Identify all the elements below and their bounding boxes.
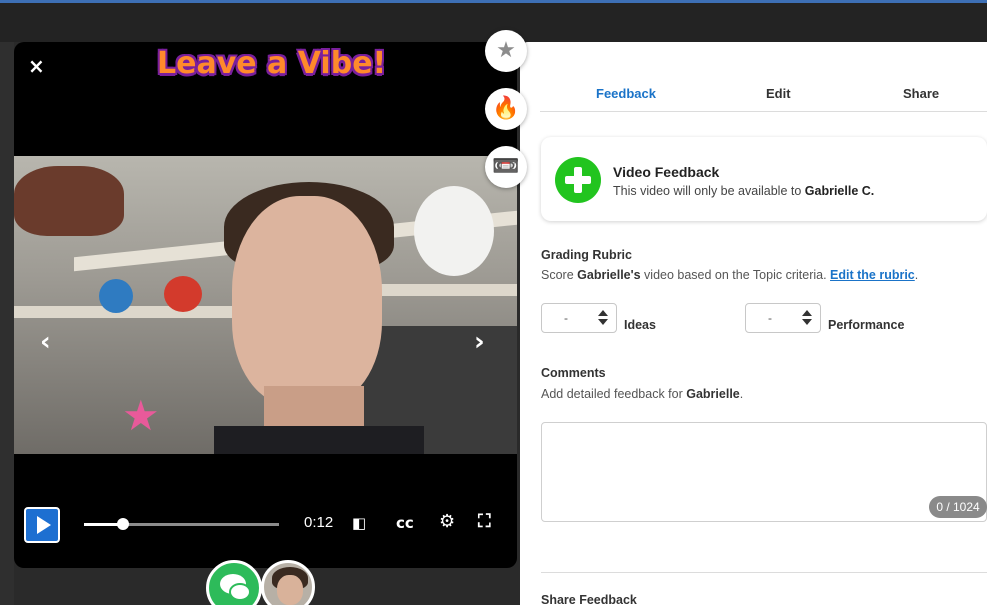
- leave-a-vibe-title: Leave a Vibe!: [157, 46, 387, 81]
- share-feedback-title: Share Feedback: [541, 593, 637, 605]
- video-feedback-subtitle: This video will only be available to Gab…: [613, 184, 875, 198]
- tab-edit[interactable]: Edit: [766, 86, 791, 101]
- comments-textarea[interactable]: [541, 422, 987, 522]
- current-time: 0:12: [304, 514, 334, 531]
- ideas-label: Ideas: [624, 318, 656, 332]
- fire-button[interactable]: 🔥: [485, 88, 527, 130]
- add-video-icon[interactable]: [555, 157, 601, 203]
- video-feedback-title: Video Feedback: [613, 164, 720, 180]
- grading-rubric-title: Grading Rubric: [541, 248, 632, 262]
- captions-button[interactable]: cc: [396, 514, 414, 532]
- section-divider: [541, 572, 987, 573]
- feedback-panel: Feedback Edit Share Video Feedback This …: [520, 42, 987, 605]
- grading-rubric-subtitle: Score Gabrielle's video based on the Top…: [541, 268, 919, 282]
- gear-icon[interactable]: ⚙: [439, 511, 455, 532]
- stepper-arrows-icon[interactable]: [598, 308, 608, 328]
- progress-bar[interactable]: [84, 518, 279, 530]
- star-button[interactable]: ★: [485, 30, 527, 72]
- ideas-score-stepper[interactable]: -: [541, 303, 617, 333]
- star-decoration: ★: [122, 391, 160, 440]
- close-icon[interactable]: ×: [28, 54, 45, 78]
- tab-bar: Feedback Edit Share: [540, 82, 987, 112]
- next-video-icon[interactable]: ›: [474, 327, 485, 357]
- avatar[interactable]: [261, 560, 315, 605]
- video-player[interactable]: × Leave a Vibe! ★ ‹ › 0:12 ◧ cc ⚙ ⛶: [14, 42, 517, 568]
- video-frame[interactable]: ★: [14, 156, 517, 454]
- comments-title: Comments: [541, 366, 606, 380]
- progress-handle[interactable]: [117, 518, 129, 530]
- cassette-button[interactable]: 📼: [485, 146, 527, 188]
- audio-description-icon[interactable]: ◧: [352, 514, 366, 532]
- edit-rubric-link[interactable]: Edit the rubric: [830, 268, 915, 282]
- comments-subtitle: Add detailed feedback for Gabrielle.: [541, 387, 744, 401]
- tab-feedback[interactable]: Feedback: [596, 86, 656, 101]
- background-edge: [0, 42, 14, 605]
- play-button[interactable]: [24, 507, 60, 543]
- performance-label: Performance: [828, 318, 905, 332]
- fire-icon: 🔥: [492, 96, 520, 121]
- fullscreen-icon[interactable]: ⛶: [478, 511, 491, 532]
- person-face: [232, 196, 382, 406]
- video-feedback-card[interactable]: Video Feedback This video will only be a…: [541, 137, 987, 221]
- previous-video-icon[interactable]: ‹: [40, 327, 51, 357]
- performance-score-stepper[interactable]: -: [745, 303, 821, 333]
- cassette-icon: 📼: [492, 154, 520, 179]
- character-counter: 0 / 1024: [929, 496, 987, 518]
- stepper-arrows-icon[interactable]: [802, 308, 812, 328]
- star-icon: ★: [496, 38, 516, 63]
- tab-share[interactable]: Share: [903, 86, 939, 101]
